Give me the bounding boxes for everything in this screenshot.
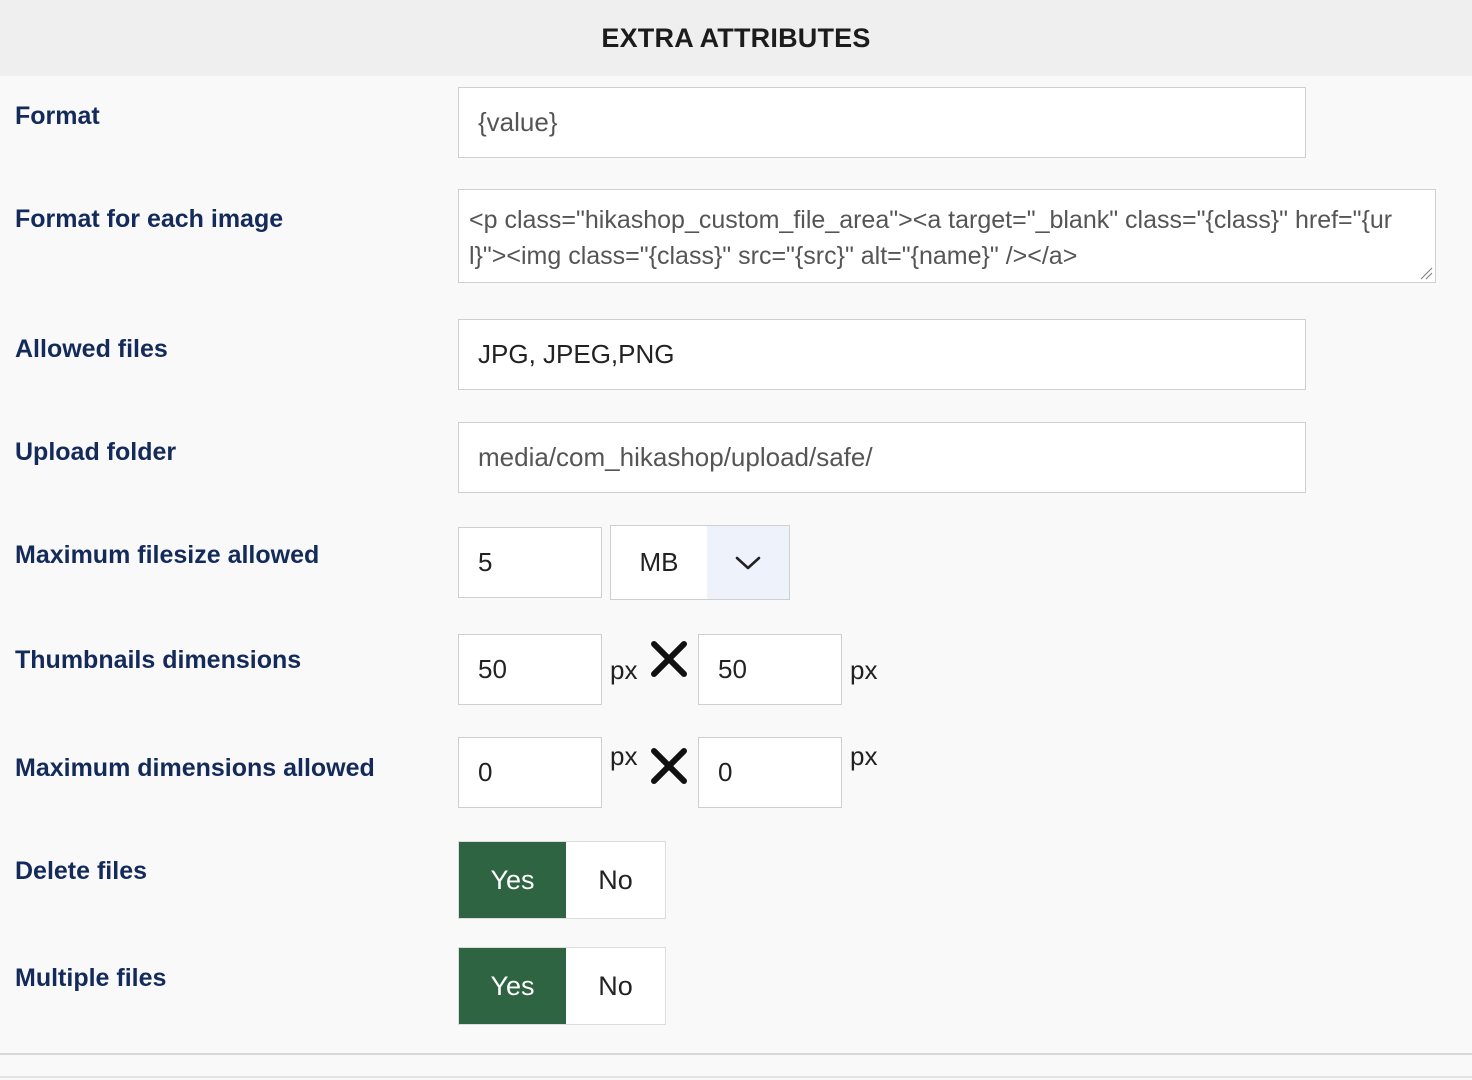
max-filesize-input[interactable]: 5 <box>458 527 602 598</box>
max-height-input[interactable]: 0 <box>698 737 842 808</box>
filesize-unit-select[interactable]: MB <box>610 525 790 600</box>
max-filesize-label: Maximum filesize allowed <box>15 541 320 569</box>
max-height-unit: px <box>850 741 878 771</box>
section-header: EXTRA ATTRIBUTES <box>0 0 1472 76</box>
format-input[interactable]: {value} <box>458 87 1306 158</box>
delete-files-yes-button[interactable]: Yes <box>459 842 566 918</box>
thumbnail-width-unit: px <box>610 655 638 685</box>
format-label: Format <box>15 102 100 130</box>
thumbnail-height-input[interactable]: 50 <box>698 634 842 705</box>
format-each-image-textarea[interactable]: <p class="hikashop_custom_file_area"><a … <box>458 189 1436 283</box>
multiple-files-toggle[interactable]: Yes No <box>458 947 666 1025</box>
select-arrow[interactable] <box>707 526 789 599</box>
times-icon <box>651 748 687 784</box>
allowed-files-label: Allowed files <box>15 335 168 363</box>
multiple-files-label: Multiple files <box>15 964 167 992</box>
allowed-files-input[interactable]: JPG, JPEG,PNG <box>458 319 1306 390</box>
multiple-files-yes-button[interactable]: Yes <box>459 948 566 1024</box>
delete-files-label: Delete files <box>15 857 148 885</box>
chevron-down-icon <box>735 556 761 569</box>
bottom-divider <box>0 1053 1472 1055</box>
thumbnail-width-input[interactable]: 50 <box>458 634 602 705</box>
upload-folder-input[interactable]: media/com_hikashop/upload/safe/ <box>458 422 1306 493</box>
format-each-image-text: <p class="hikashop_custom_file_area"><a … <box>469 206 1393 270</box>
times-icon <box>651 641 687 677</box>
resize-grip-icon[interactable] <box>1419 266 1433 280</box>
section-title: EXTRA ATTRIBUTES <box>601 22 871 53</box>
multiple-files-no-button[interactable]: No <box>566 948 665 1024</box>
bottom-divider <box>0 1076 1472 1078</box>
delete-files-toggle[interactable]: Yes No <box>458 841 666 919</box>
extra-attributes-panel: EXTRA ATTRIBUTES Format {value} Format f… <box>0 0 1472 1080</box>
format-each-image-label: Format for each image <box>15 205 284 233</box>
max-width-input[interactable]: 0 <box>458 737 602 808</box>
thumbnail-height-unit: px <box>850 655 878 685</box>
max-dimensions-label: Maximum dimensions allowed <box>15 754 375 782</box>
delete-files-no-button[interactable]: No <box>566 842 665 918</box>
upload-folder-label: Upload folder <box>15 438 177 466</box>
thumbnails-label: Thumbnails dimensions <box>15 646 302 674</box>
max-width-unit: px <box>610 741 638 771</box>
filesize-unit-value: MB <box>639 547 679 577</box>
